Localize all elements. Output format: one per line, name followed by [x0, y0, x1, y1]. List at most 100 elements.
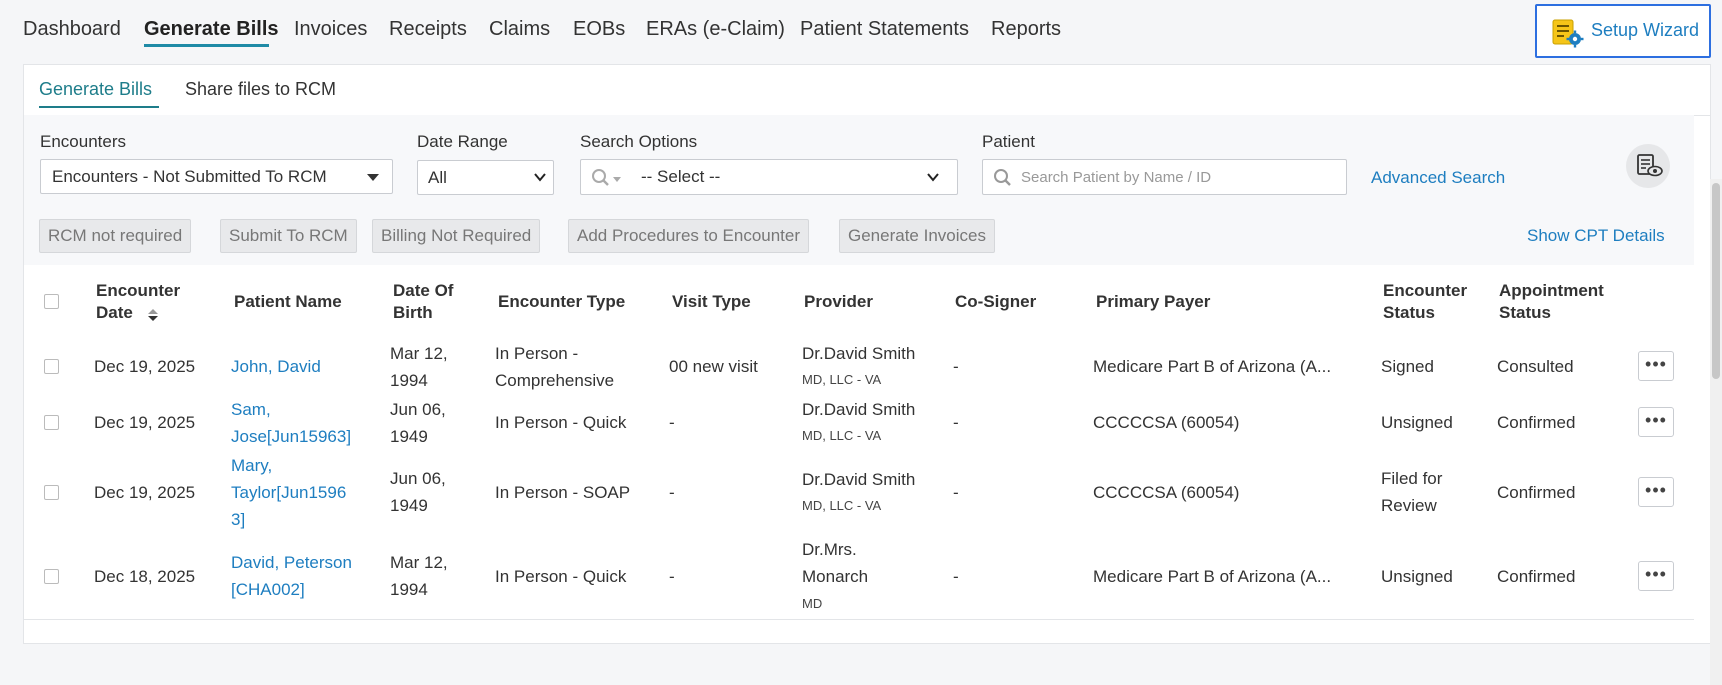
filter-bar: Encounters Encounters - Not Submitted To… [24, 115, 1694, 210]
encounter-date: Dec 18, 2025 [94, 567, 196, 586]
tab-eras[interactable]: ERAs (e-Claim) [646, 18, 785, 41]
tab-invoices[interactable]: Invoices [294, 18, 367, 41]
tab-generate-bills[interactable]: Generate Bills [144, 18, 279, 41]
action-bar: RCM not required Submit To RCM Billing N… [24, 209, 1694, 266]
patient-name-link[interactable]: John, David [231, 353, 321, 380]
column-view-button[interactable] [1626, 144, 1670, 188]
encounter-status: Filed for Review [1381, 469, 1443, 515]
encounters-select-value: Encounters - Not Submitted To RCM [52, 167, 327, 186]
header-encounter-status: Encounter Status [1383, 281, 1468, 322]
advanced-search-link[interactable]: Advanced Search [1371, 168, 1505, 188]
provider: Dr.David Smith [802, 344, 916, 363]
patient-name-link[interactable]: David, Peterson [CHA002] [231, 549, 352, 603]
header-appointment-status: Appointment Status [1499, 281, 1604, 322]
add-procedures-button[interactable]: Add Procedures to Encounter [568, 219, 810, 253]
chevron-down-icon [927, 173, 939, 182]
co-signer: - [953, 483, 959, 502]
table-row[interactable]: Dec 19, 2025 Sam, Jose[Jun15963] Jun 06, 1… [24, 395, 1694, 452]
header-provider: Provider [804, 292, 873, 311]
tab-dashboard[interactable]: Dashboard [23, 18, 121, 41]
tab-reports[interactable]: Reports [991, 18, 1061, 41]
row-more-button[interactable]: ••• [1638, 477, 1674, 507]
search-options-label: Search Options [580, 132, 698, 151]
encounter-status: Unsigned [1381, 413, 1453, 432]
date-range-select[interactable]: All [417, 160, 554, 195]
encounter-type: In Person - SOAP [495, 483, 631, 502]
visit-type: - [669, 483, 675, 502]
generate-invoices-button[interactable]: Generate Invoices [839, 219, 995, 253]
row-checkbox[interactable] [44, 415, 59, 430]
table-row[interactable]: Dec 19, 2025 John, David Mar 12, 1994 In … [24, 339, 1694, 396]
top-navigation: Dashboard Generate Bills Invoices Receip… [0, 0, 1722, 62]
patient-name-link[interactable]: Sam, Jose[Jun15963] [231, 396, 351, 450]
header-date-of-birth: Date Of Birth [393, 281, 454, 322]
subtab-share-files-rcm[interactable]: Share files to RCM [185, 79, 336, 100]
co-signer: - [953, 567, 959, 586]
setup-wizard-button[interactable]: Setup Wizard [1535, 4, 1711, 58]
co-signer: - [953, 357, 959, 376]
row-checkbox[interactable] [44, 569, 59, 584]
header-co-signer: Co-Signer [955, 292, 1037, 311]
tab-claims[interactable]: Claims [489, 18, 550, 41]
caret-down-icon [367, 174, 379, 181]
co-signer: - [953, 413, 959, 432]
header-patient-name: Patient Name [234, 292, 342, 311]
row-more-button[interactable]: ••• [1638, 351, 1674, 381]
generate-bills-panel: Generate Bills Share files to RCM Encoun… [23, 64, 1722, 685]
patient-name-link[interactable]: Mary, Taylor[Jun1596 3] [231, 452, 346, 533]
date-of-birth: Mar 12, 1994 [390, 344, 448, 390]
chevron-down-icon [534, 173, 546, 182]
provider-credentials: MD, LLC - VA [802, 428, 882, 443]
encounters-select[interactable]: Encounters - Not Submitted To RCM [40, 159, 393, 194]
header-primary-payer: Primary Payer [1096, 292, 1211, 311]
table-row[interactable]: Dec 18, 2025 David, Peterson [CHA002] Mar… [24, 535, 1694, 620]
search-options-value: -- Select -- [641, 167, 721, 186]
show-cpt-details-link[interactable]: Show CPT Details [1527, 226, 1665, 246]
billing-not-required-button[interactable]: Billing Not Required [372, 219, 541, 253]
search-icon [592, 169, 621, 186]
search-icon [994, 169, 1011, 186]
appointment-status: Consulted [1497, 357, 1574, 376]
provider: Dr.Mrs. Monarch [802, 540, 869, 586]
encounter-type: In Person - Quick [495, 413, 627, 432]
active-tab-underline [144, 44, 269, 47]
tab-patient-statements[interactable]: Patient Statements [800, 18, 969, 41]
patient-search-input[interactable]: Search Patient by Name / ID [982, 159, 1347, 195]
encounter-type: In Person - Comprehensive [495, 344, 615, 390]
sort-icon[interactable] [147, 308, 159, 322]
appointment-status: Confirmed [1497, 567, 1576, 586]
encounter-status: Signed [1381, 357, 1434, 376]
row-checkbox[interactable] [44, 359, 59, 374]
primary-payer: Medicare Part B of Arizona (A... [1093, 357, 1332, 376]
encounter-date: Dec 19, 2025 [94, 357, 196, 376]
row-more-button[interactable]: ••• [1638, 407, 1674, 437]
patient-label: Patient [982, 132, 1035, 151]
encounter-type: In Person - Quick [495, 567, 627, 586]
patient-search-placeholder: Search Patient by Name / ID [1021, 169, 1212, 186]
row-checkbox[interactable] [44, 485, 59, 500]
date-of-birth: Mar 12, 1994 [390, 553, 448, 599]
subtab-underline [39, 106, 159, 108]
tab-receipts[interactable]: Receipts [389, 18, 467, 41]
encounters-label: Encounters [40, 132, 126, 151]
tab-eobs[interactable]: EOBs [573, 18, 625, 41]
rcm-not-required-button[interactable]: RCM not required [39, 219, 192, 253]
visit-type: - [669, 413, 675, 432]
select-all-checkbox[interactable] [44, 294, 59, 309]
submit-to-rcm-button[interactable]: Submit To RCM [220, 219, 357, 253]
search-options-select[interactable]: -- Select -- [580, 159, 958, 195]
appointment-status: Confirmed [1497, 483, 1576, 502]
header-encounter-type: Encounter Type [498, 292, 626, 311]
date-range-value: All [428, 168, 447, 187]
date-range-label: Date Range [417, 132, 508, 151]
visit-type: 00 new visit [669, 357, 758, 376]
header-encounter-date[interactable]: Encounter Date [96, 280, 180, 324]
row-more-button[interactable]: ••• [1638, 561, 1674, 591]
encounter-status: Unsigned [1381, 567, 1453, 586]
encounter-date: Dec 19, 2025 [94, 413, 196, 432]
table-row[interactable]: Dec 19, 2025 Mary, Taylor[Jun1596 3] Jun 0… [24, 451, 1694, 536]
scrollbar-thumb[interactable] [1712, 183, 1720, 379]
subtab-generate-bills[interactable]: Generate Bills [39, 79, 152, 100]
provider-credentials: MD, LLC - VA [802, 498, 882, 513]
vertical-scrollbar[interactable] [1710, 179, 1722, 685]
